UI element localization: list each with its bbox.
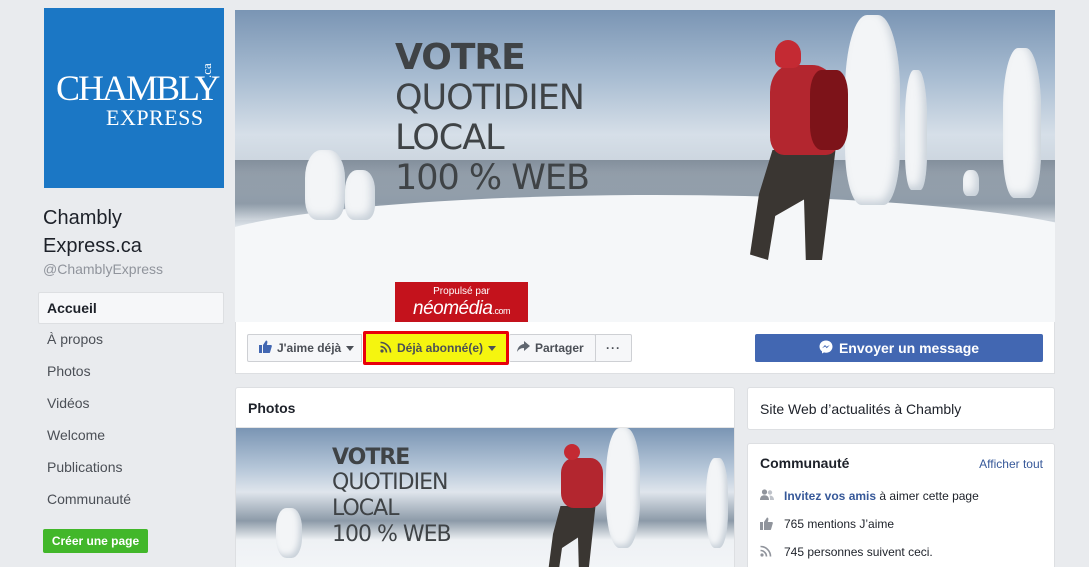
photo-thumbnail[interactable]: VOTRE QUOTIDIEN LOCAL 100 % WEB: [236, 428, 734, 567]
invite-friends-row: Invitez vos amis à aimer cette page: [760, 489, 979, 504]
cover-tree: [845, 15, 900, 205]
nav-item-communaute[interactable]: Communauté: [38, 484, 224, 516]
chevron-down-icon: [346, 346, 355, 352]
community-title: Communauté: [760, 455, 850, 471]
thumb-tree: [706, 458, 728, 548]
followers-row: 745 personnes suivent ceci.: [760, 545, 933, 560]
chevron-down-icon: [488, 346, 497, 352]
subscribe-button-label: Déjà abonné(e): [397, 341, 484, 355]
cover-hiker-head: [775, 40, 801, 68]
likes-row: 765 mentions J’aime: [760, 517, 894, 533]
page-nav: Accueil À propos Photos Vidéos Welcome P…: [38, 292, 224, 516]
thumb-headline: VOTRE QUOTIDIEN LOCAL 100 % WEB: [332, 445, 452, 548]
invite-friends-link[interactable]: Invitez vos amis: [784, 489, 876, 503]
photos-card: Photos VOTRE QUOTIDIEN LOCAL 100 % WEB: [235, 387, 735, 567]
cover-line3: LOCAL: [395, 118, 505, 158]
thumb-line3: LOCAL: [332, 496, 399, 521]
nav-item-welcome[interactable]: Welcome: [38, 420, 224, 452]
sponsor-name-text: néomédia: [413, 298, 493, 319]
sponsor-top: Propulsé par: [433, 286, 490, 297]
cover-line1: VOTRE: [395, 37, 526, 78]
cover-headline: VOTRE QUOTIDIEN LOCAL 100 % WEB: [395, 37, 590, 199]
page-handle[interactable]: @ChamblyExpress: [43, 261, 163, 277]
cover-hiker-backpack: [810, 70, 848, 150]
cover-photo[interactable]: VOTRE QUOTIDIEN LOCAL 100 % WEB Propulsé…: [235, 10, 1055, 322]
thumb-line1: VOTRE: [332, 445, 410, 470]
subscribe-button[interactable]: Déjà abonné(e): [363, 331, 509, 365]
send-message-label: Envoyer un message: [838, 340, 980, 356]
page-title[interactable]: Chambly Express.ca: [43, 204, 223, 260]
cover-tree: [1003, 48, 1041, 198]
sponsor-suffix: .com: [492, 306, 510, 316]
cover-tree: [905, 70, 927, 190]
see-all-link[interactable]: Afficher tout: [979, 457, 1043, 471]
sponsor-badge: Propulsé par néomédia.com: [395, 282, 528, 322]
cover-tree: [345, 170, 375, 220]
rss-icon: [760, 545, 776, 560]
photos-card-title[interactable]: Photos: [236, 388, 734, 428]
like-button[interactable]: J'aime déjà: [247, 334, 362, 362]
sponsor-name: néomédia.com: [395, 299, 528, 321]
thumbs-up-icon: [259, 336, 272, 362]
likes-count: 765 mentions J’aime: [784, 517, 895, 532]
more-options-button[interactable]: ···: [595, 334, 632, 362]
create-page-button[interactable]: Créer une page: [43, 529, 148, 553]
logo-line2: EXPRESS: [106, 105, 204, 130]
logo-line1: CHAMBLY: [56, 68, 220, 108]
share-button-label: Partager: [535, 341, 584, 355]
nav-item-a-propos[interactable]: À propos: [38, 324, 224, 356]
cover-tree: [305, 150, 345, 220]
thumb-hiker-legs: [548, 506, 596, 567]
send-message-button[interactable]: Envoyer un message: [755, 334, 1043, 362]
nav-item-accueil[interactable]: Accueil: [38, 292, 224, 324]
rss-icon: [380, 335, 392, 363]
cover-tree: [963, 170, 979, 196]
page-logo[interactable]: CHAMBLY .ca EXPRESS: [44, 8, 224, 188]
thumb-hiker-body: [561, 458, 603, 508]
thumb-line4: 100 % WEB: [332, 522, 452, 547]
logo-sup: .ca: [199, 63, 214, 78]
followers-count: 745 personnes suivent ceci.: [784, 545, 933, 559]
thumbs-up-icon: [760, 517, 776, 533]
thumb-line2: QUOTIDIEN: [332, 470, 448, 495]
share-arrow-icon: [517, 336, 530, 362]
messenger-icon: [819, 336, 833, 362]
invite-friends-text: à aimer cette page: [876, 489, 979, 503]
thumb-tree: [276, 508, 302, 558]
thumb-tree: [606, 428, 640, 548]
share-button[interactable]: Partager: [509, 334, 596, 362]
friends-icon: [760, 489, 776, 504]
nav-item-publications[interactable]: Publications: [38, 452, 224, 484]
community-card: Communauté Afficher tout Invitez vos ami…: [747, 443, 1055, 567]
nav-item-videos[interactable]: Vidéos: [38, 388, 224, 420]
cover-line2: QUOTIDIEN: [395, 78, 585, 118]
like-button-label: J'aime déjà: [277, 341, 342, 355]
about-description: Site Web d’actualités à Chambly: [747, 387, 1055, 430]
nav-item-photos[interactable]: Photos: [38, 356, 224, 388]
cover-line4: 100 % WEB: [395, 158, 590, 198]
thumb-hiker-head: [564, 444, 580, 460]
